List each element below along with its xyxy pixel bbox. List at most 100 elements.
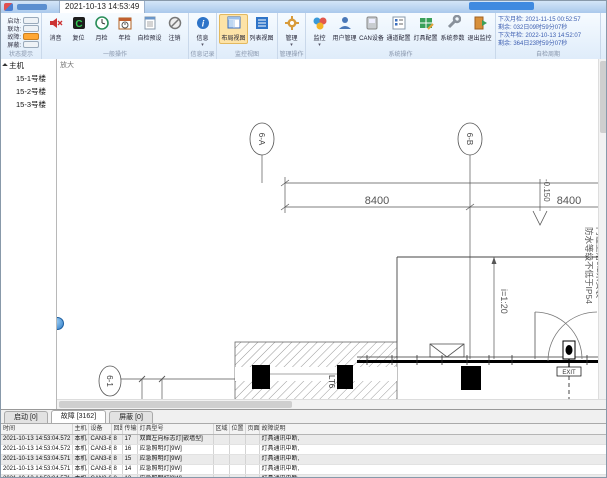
col-location[interactable]: 位置 <box>229 424 245 435</box>
fault-row[interactable]: 2021-10-13 14:53:04.571 本机 CAN3-8 8 13 应… <box>1 475 607 478</box>
col-zone[interactable]: 区域 <box>213 424 229 435</box>
chevron-down-icon: ▾ <box>290 43 293 47</box>
vertical-scrollbar[interactable] <box>598 59 607 400</box>
reset-button[interactable]: C 复位 <box>67 14 90 43</box>
reset-icon: C <box>71 15 87 36</box>
floor-plan-svg: 放大 6-A 6-B 8400 8 <box>57 59 599 400</box>
exit-label: EXIT <box>562 370 576 376</box>
horizontal-scrollbar[interactable] <box>57 399 607 409</box>
svg-text:6-1: 6-1 <box>105 375 114 387</box>
info-button[interactable]: i 信息 ▾ <box>191 14 214 47</box>
tree-root-label: 主机 <box>9 60 24 71</box>
svg-text:-0.150: -0.150 <box>542 179 551 202</box>
note-waterproof: 防水等级不低于IP54 <box>584 227 594 304</box>
can-device-icon <box>364 15 380 36</box>
gear-icon <box>284 15 300 36</box>
lamp-config-button[interactable]: 灯具配置 <box>412 14 439 43</box>
tab-shield[interactable]: 屏蔽 [0] <box>109 411 153 423</box>
vertical-scrollbar-thumb[interactable] <box>600 61 607 133</box>
svg-text:C: C <box>75 19 82 30</box>
chevron-down-icon: ▾ <box>318 43 321 47</box>
general-ops-group-label: 一般操作 <box>42 51 188 59</box>
annual-check-calendar-icon <box>117 15 133 36</box>
monitor-icon <box>312 15 328 36</box>
channel-config-icon <box>391 15 407 36</box>
next-monthly-check: 下次月检: 2021-11-15 00:52:57 <box>498 16 581 24</box>
col-time[interactable]: 时间 <box>1 424 72 435</box>
app-window: 2021-10-13 14:53:49 启动: 联动: 故障: 屏蔽: <box>0 0 607 478</box>
cad-plan-canvas[interactable]: 放大 6-A 6-B 8400 8 <box>57 59 607 409</box>
user-manage-button[interactable]: 用户管理 <box>331 14 358 43</box>
can-device-button[interactable]: CAN设备 <box>358 14 385 43</box>
event-panel: 启动 [0] 故障 [3162] 屏蔽 [0] 时间 主机 设备 回路 传输地址… <box>1 409 607 478</box>
device-tree-sidebar: 主机 15-1号楼 15-2号楼 15-3号楼 <box>1 59 57 409</box>
tree-node-building-2[interactable]: 15-2号楼 <box>1 85 56 98</box>
monitor-button[interactable]: 监控 ▾ <box>308 14 331 47</box>
col-host[interactable]: 主机 <box>72 424 88 435</box>
fault-row[interactable]: 2021-10-13 14:53:04.572 本机 CAN3-8 8 17 双… <box>1 435 607 445</box>
horizontal-scrollbar-thumb[interactable] <box>59 401 292 408</box>
col-device[interactable]: 设备 <box>88 424 111 435</box>
event-tabs: 启动 [0] 故障 [3162] 屏蔽 [0] <box>1 410 607 424</box>
mute-icon <box>48 15 64 36</box>
self-check-group-label: 自检周期 <box>496 51 600 59</box>
grid-bubble-6a: 6-A <box>250 123 274 183</box>
col-page[interactable]: 页面 <box>245 424 259 435</box>
tree-node-host[interactable]: 主机 <box>1 59 56 72</box>
fault-row[interactable]: 2021-10-13 14:53:04.572 本机 CAN3-8 8 16 应… <box>1 445 607 455</box>
tree-expander-icon[interactable] <box>2 63 8 69</box>
exit-monitor-button[interactable]: 退出监控 <box>466 14 493 43</box>
fault-row[interactable]: 2021-10-13 14:53:04.571 本机 CAN3-8 8 14 应… <box>1 465 607 475</box>
titlebar-accent <box>469 2 534 10</box>
layout-view-button[interactable]: 布局视图 <box>219 14 248 44</box>
list-view-icon <box>254 15 270 36</box>
info-record-group: i 信息 ▾ 信息记录 <box>189 13 217 59</box>
logout-button[interactable]: 注销 <box>163 14 186 43</box>
status-indicator-linkage <box>23 25 39 32</box>
list-view-button[interactable]: 列表视图 <box>248 14 275 43</box>
tree-node-building-3[interactable]: 15-3号楼 <box>1 98 56 111</box>
mute-button[interactable]: 消音 <box>44 14 67 43</box>
channel-config-button[interactable]: 通道配置 <box>385 14 412 43</box>
status-row-shield: 屏蔽: <box>3 41 39 48</box>
monthly-check-clock-icon <box>94 15 110 36</box>
quick-access-bar[interactable] <box>17 4 47 10</box>
vent-symbol <box>430 344 464 357</box>
zoom-in-label[interactable]: 放大 <box>60 60 74 69</box>
wrench-icon <box>445 15 461 36</box>
dim-8400-left: 8400 <box>365 195 389 207</box>
column-2 <box>337 365 353 389</box>
fault-table-header: 时间 主机 设备 回路 传输地址 灯具型号 区域 位置 页面 故障说明 <box>1 424 607 435</box>
info-record-group-label: 信息记录 <box>189 51 216 59</box>
logout-icon <box>167 15 183 36</box>
monthly-check-button[interactable]: 月检 <box>90 14 113 43</box>
annual-remaining: 剩余: 364日23时59分07秒 <box>498 40 567 48</box>
manage-button[interactable]: 管理 ▾ <box>280 14 303 47</box>
layout-view-icon <box>226 15 242 36</box>
selfcheck-preset-button[interactable]: 自检预设 <box>136 14 163 43</box>
user-icon <box>337 15 353 36</box>
general-ops-group: 消音 C 复位 月检 年检 自检预设 <box>42 13 189 59</box>
fault-row[interactable]: 2021-10-13 14:53:04.571 本机 CAN3-8 8 15 应… <box>1 455 607 465</box>
monthly-remaining: 剩余: 032日09时59分07秒 <box>498 24 567 32</box>
tab-fault[interactable]: 故障 [3162] <box>51 410 106 423</box>
status-indicator-shield <box>23 41 39 48</box>
tree-node-building-1[interactable]: 15-1号楼 <box>1 72 56 85</box>
manage-ops-group: 管理 ▾ 管理操作 <box>278 13 306 59</box>
grid-bubble-6b: 6-B <box>458 123 482 359</box>
col-lamp-model[interactable]: 灯具型号 <box>137 424 213 435</box>
selfcheck-preset-page-icon <box>142 15 158 36</box>
status-indicator-fault <box>23 33 39 40</box>
manage-ops-group-label: 管理操作 <box>278 51 305 59</box>
annual-check-button[interactable]: 年检 <box>113 14 136 43</box>
exit-door-icon <box>472 15 488 36</box>
col-fault-desc[interactable]: 故障说明 <box>259 424 607 435</box>
grid-bubble-61: 6-1 <box>99 366 235 400</box>
col-loop[interactable]: 回路 <box>111 424 122 435</box>
tab-start[interactable]: 启动 [0] <box>4 411 48 423</box>
column-1 <box>252 365 270 389</box>
svg-text:i=1:20: i=1:20 <box>499 289 509 314</box>
col-address[interactable]: 传输地址 <box>122 424 137 435</box>
status-row-start: 启动: <box>3 17 39 24</box>
system-params-button[interactable]: 系统参数 <box>439 14 466 43</box>
